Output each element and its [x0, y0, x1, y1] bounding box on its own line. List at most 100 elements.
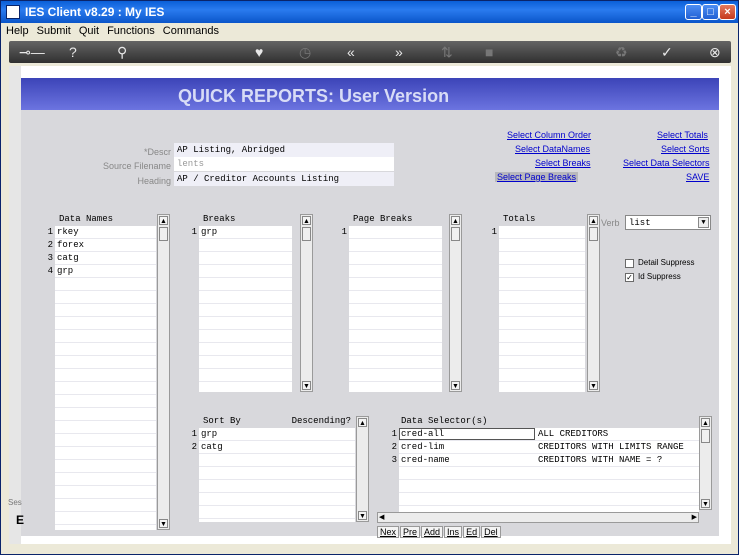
scroll-thumb[interactable]: [302, 227, 311, 241]
scroll-thumb[interactable]: [589, 227, 598, 241]
recycle-icon[interactable]: ♻: [615, 44, 628, 60]
scroll-thumb[interactable]: [701, 429, 710, 443]
select-column-order-link[interactable]: Select Column Order: [507, 130, 591, 140]
scroll-left-icon[interactable]: ◀: [379, 513, 384, 521]
menu-quit[interactable]: Quit: [74, 23, 102, 37]
verb-label: Verb: [601, 218, 620, 228]
scroll-up-icon[interactable]: ▲: [159, 216, 168, 225]
list-item[interactable]: 4 grp: [33, 265, 74, 278]
info-icon[interactable]: ⇅: [441, 44, 453, 60]
page-header: QUICK REPORTS: User Version: [21, 78, 719, 110]
scroll-down-icon[interactable]: ▼: [589, 381, 598, 390]
delete-button[interactable]: Del: [481, 526, 501, 538]
scroll-thumb[interactable]: [159, 227, 168, 241]
scroll-down-icon[interactable]: ▼: [451, 381, 460, 390]
scroll-down-icon[interactable]: ▼: [701, 499, 710, 508]
key-icon[interactable]: ⊸—: [19, 44, 45, 60]
scroll-down-icon[interactable]: ▼: [358, 511, 367, 520]
select-breaks-link[interactable]: Select Breaks: [535, 158, 591, 168]
data-selectors-vscrollbar[interactable]: ▲ ▼: [699, 416, 712, 510]
add-button[interactable]: Add: [421, 526, 444, 538]
table-row[interactable]: 3 cred-name CREDITORS WITH NAME = ?: [377, 454, 663, 467]
verb-value: list: [629, 218, 651, 228]
previous-button[interactable]: Pre: [400, 526, 421, 538]
menu-commands[interactable]: Commands: [158, 23, 222, 37]
select-page-breaks-link[interactable]: Select Page Breaks: [495, 172, 579, 182]
descr-field[interactable]: AP Listing, Abridged: [174, 143, 394, 157]
page-breaks-list: Page Breaks 1: [327, 214, 442, 392]
list-item[interactable]: 1 grp: [177, 428, 218, 441]
maximize-button[interactable]: □: [702, 4, 719, 20]
scroll-up-icon[interactable]: ▲: [302, 216, 311, 225]
scroll-down-icon[interactable]: ▼: [302, 381, 311, 390]
scroll-up-icon[interactable]: ▲: [451, 216, 460, 225]
totals-grid: [499, 226, 585, 392]
scroll-down-icon[interactable]: ▼: [159, 519, 168, 528]
window-title: IES Client v8.29 : My IES: [25, 5, 165, 19]
chevron-down-icon[interactable]: ▼: [698, 217, 709, 228]
totals-header: Totals: [477, 214, 585, 226]
scroll-up-icon[interactable]: ▲: [701, 418, 710, 427]
list-item[interactable]: 1: [327, 226, 351, 239]
content-area: QUICK REPORTS: User Version *Descr AP Li…: [9, 66, 731, 544]
scroll-up-icon[interactable]: ▲: [589, 216, 598, 225]
minimize-button[interactable]: _: [685, 4, 702, 20]
app-icon: [6, 5, 20, 19]
help-icon[interactable]: ?: [69, 44, 77, 60]
report-panel: *Descr AP Listing, Abridged Source Filen…: [21, 110, 719, 538]
list-item[interactable]: 1 rkey: [33, 226, 79, 239]
status-label: Ses: [8, 498, 22, 507]
scroll-thumb[interactable]: [451, 227, 460, 241]
close-window-button[interactable]: ×: [719, 4, 736, 20]
list-item[interactable]: 2 catg: [177, 441, 223, 454]
search-icon[interactable]: ⚲: [117, 44, 127, 60]
page-breaks-header: Page Breaks: [327, 214, 442, 226]
app-window: IES Client v8.29 : My IES _ □ × Help Subm…: [0, 0, 739, 555]
data-names-scrollbar[interactable]: ▲ ▼: [157, 214, 170, 530]
detail-suppress-checkbox[interactable]: [625, 259, 634, 268]
insert-button[interactable]: Ins: [444, 526, 463, 538]
table-row[interactable]: 2 cred-lim CREDITORS WITH LIMITS RANGE: [377, 441, 684, 454]
select-datanames-link[interactable]: Select DataNames: [515, 144, 590, 154]
verb-select[interactable]: list ▼: [625, 215, 711, 230]
save-link[interactable]: SAVE: [686, 172, 709, 182]
row-button-bar: Nex Pre Add Ins Ed Del: [377, 526, 502, 538]
source-filename-field[interactable]: lents: [174, 157, 394, 171]
next-button[interactable]: Nex: [377, 526, 400, 538]
data-selectors-list: Data Selector(s) 1 cred-all ALL CREDITORS …: [377, 416, 699, 518]
breaks-header: Breaks: [177, 214, 292, 226]
scroll-up-icon[interactable]: ▲: [358, 418, 367, 427]
stop-icon[interactable]: ■: [485, 44, 493, 60]
descr-label: *Descr: [143, 147, 171, 157]
table-row[interactable]: 1 cred-all ALL CREDITORS: [377, 428, 609, 441]
descending-header: Descending?: [291, 416, 351, 426]
list-item[interactable]: 1: [477, 226, 501, 239]
page-breaks-scrollbar[interactable]: ▲ ▼: [449, 214, 462, 392]
heart-icon[interactable]: ♥: [255, 44, 263, 60]
menu-bar: Help Submit Quit Functions Commands: [1, 23, 738, 40]
list-item[interactable]: 1 grp: [177, 226, 218, 239]
select-sorts-link[interactable]: Select Sorts: [661, 144, 710, 154]
heading-field[interactable]: AP / Creditor Accounts Listing: [174, 172, 394, 186]
id-suppress-label: Id Suppress: [638, 272, 681, 281]
list-item[interactable]: 3 catg: [33, 252, 79, 265]
rewind-icon[interactable]: «: [347, 44, 355, 60]
list-item[interactable]: 2 forex: [33, 239, 84, 252]
data-selectors-hscrollbar[interactable]: ◀ ▶: [377, 512, 699, 523]
id-suppress-checkbox[interactable]: ✓: [625, 273, 634, 282]
sort-by-scrollbar[interactable]: ▲ ▼: [356, 416, 369, 522]
source-filename-label: Source Filename: [102, 161, 171, 171]
close-icon[interactable]: ⊗: [709, 44, 721, 60]
totals-scrollbar[interactable]: ▲ ▼: [587, 214, 600, 392]
scroll-right-icon[interactable]: ▶: [692, 513, 697, 521]
select-data-selectors-link[interactable]: Select Data Selectors: [623, 158, 710, 168]
edit-button[interactable]: Ed: [463, 526, 481, 538]
forward-icon[interactable]: »: [395, 44, 403, 60]
menu-help[interactable]: Help: [1, 23, 32, 37]
menu-submit[interactable]: Submit: [32, 23, 74, 37]
menu-functions[interactable]: Functions: [102, 23, 158, 37]
breaks-scrollbar[interactable]: ▲ ▼: [300, 214, 313, 392]
clock-icon[interactable]: ◷: [299, 44, 311, 60]
select-totals-link[interactable]: Select Totals: [657, 130, 708, 140]
check-icon[interactable]: ✓: [661, 44, 673, 60]
